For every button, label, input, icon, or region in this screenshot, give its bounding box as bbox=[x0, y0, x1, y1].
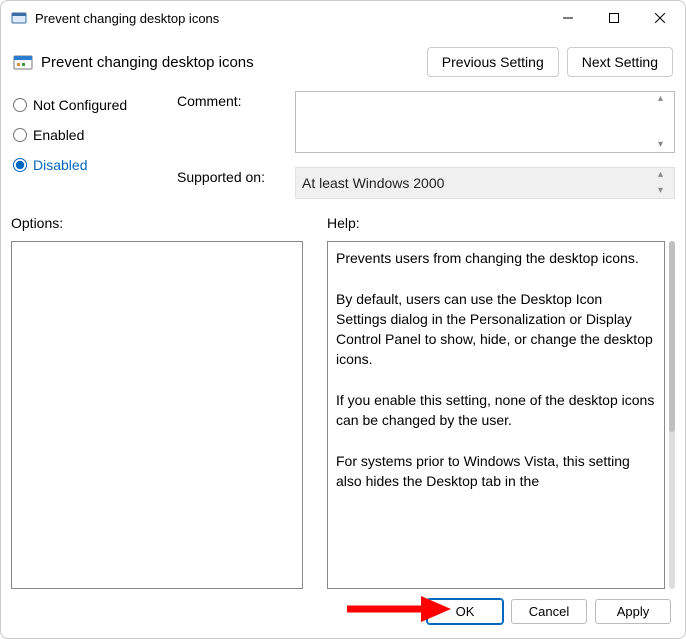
help-scrollbar[interactable] bbox=[669, 241, 675, 589]
options-column: Options: bbox=[11, 215, 303, 589]
dialog-footer: OK Cancel Apply bbox=[11, 589, 675, 628]
help-wrapper: Prevents users from changing the desktop… bbox=[327, 241, 675, 589]
dialog-window: Prevent changing desktop icons bbox=[0, 0, 686, 639]
ok-button[interactable]: OK bbox=[427, 599, 503, 624]
scroll-up-icon: ▴ bbox=[658, 94, 672, 104]
radio-not-configured[interactable]: Not Configured bbox=[13, 97, 169, 113]
scroll-down-icon: ▾ bbox=[658, 140, 672, 150]
policy-title: Prevent changing desktop icons bbox=[41, 54, 419, 71]
radio-not-configured-input[interactable] bbox=[13, 98, 27, 112]
supported-row: Supported on: At least Windows 2000 ▴ ▾ bbox=[177, 167, 675, 199]
radio-enabled[interactable]: Enabled bbox=[13, 127, 169, 143]
titlebar: Prevent changing desktop icons bbox=[1, 1, 685, 35]
help-scroll-thumb[interactable] bbox=[669, 241, 675, 432]
window-title: Prevent changing desktop icons bbox=[35, 11, 545, 26]
help-column: Help: Prevents users from changing the d… bbox=[327, 215, 675, 589]
radio-not-configured-label: Not Configured bbox=[33, 97, 127, 113]
minimize-button[interactable] bbox=[545, 3, 591, 33]
previous-setting-button[interactable]: Previous Setting bbox=[427, 47, 559, 77]
comment-scroll[interactable]: ▴ ▾ bbox=[658, 94, 672, 150]
comment-label: Comment: bbox=[177, 91, 287, 109]
policy-window-icon bbox=[11, 10, 27, 26]
next-setting-button[interactable]: Next Setting bbox=[567, 47, 673, 77]
window-controls bbox=[545, 3, 683, 33]
policy-icon bbox=[13, 52, 33, 72]
header-row: Prevent changing desktop icons Previous … bbox=[11, 41, 675, 91]
state-radio-group: Not Configured Enabled Disabled bbox=[11, 91, 169, 199]
comment-row: Comment: ▴ ▾ bbox=[177, 91, 675, 153]
dialog-content: Prevent changing desktop icons Previous … bbox=[1, 35, 685, 638]
options-label: Options: bbox=[11, 215, 303, 231]
close-button[interactable] bbox=[637, 3, 683, 33]
radio-disabled-label: Disabled bbox=[33, 157, 87, 173]
supported-on-field: At least Windows 2000 ▴ ▾ bbox=[295, 167, 675, 199]
supported-on-value: At least Windows 2000 bbox=[302, 175, 444, 191]
fields-column: Comment: ▴ ▾ Supported on: At least Wind… bbox=[177, 91, 675, 199]
radio-enabled-input[interactable] bbox=[13, 128, 27, 142]
scroll-up-icon: ▴ bbox=[658, 170, 672, 180]
radio-disabled[interactable]: Disabled bbox=[13, 157, 169, 173]
options-box bbox=[11, 241, 303, 589]
supported-label: Supported on: bbox=[177, 167, 287, 185]
scroll-down-icon: ▾ bbox=[658, 186, 672, 196]
supported-scroll: ▴ ▾ bbox=[658, 170, 672, 196]
cancel-button[interactable]: Cancel bbox=[511, 599, 587, 624]
middle-row: Options: Help: Prevents users from chang… bbox=[11, 215, 675, 589]
help-label: Help: bbox=[327, 215, 675, 231]
maximize-button[interactable] bbox=[591, 3, 637, 33]
radio-enabled-label: Enabled bbox=[33, 127, 84, 143]
radio-disabled-input[interactable] bbox=[13, 158, 27, 172]
comment-input[interactable]: ▴ ▾ bbox=[295, 91, 675, 153]
config-row: Not Configured Enabled Disabled Comment: bbox=[11, 91, 675, 199]
help-text-box[interactable]: Prevents users from changing the desktop… bbox=[327, 241, 665, 589]
apply-button[interactable]: Apply bbox=[595, 599, 671, 624]
